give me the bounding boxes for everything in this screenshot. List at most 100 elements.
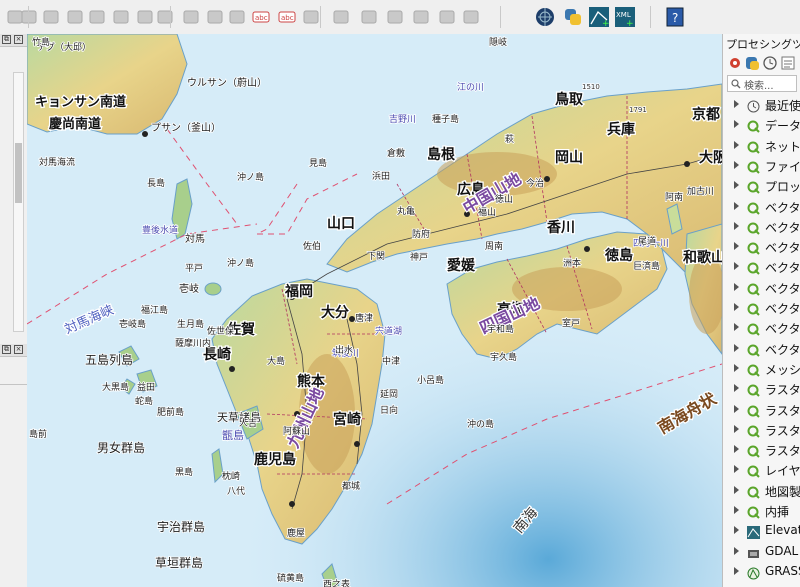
copy-icon[interactable] bbox=[154, 6, 176, 28]
close-dock-icon[interactable]: × bbox=[14, 35, 23, 44]
expand-arrow-icon[interactable] bbox=[734, 404, 739, 413]
help-icon[interactable]: ? bbox=[664, 6, 686, 28]
delete-icon[interactable] bbox=[110, 6, 132, 28]
undo-icon[interactable] bbox=[204, 6, 226, 28]
toolbar-separator bbox=[170, 6, 171, 28]
cut-icon[interactable] bbox=[134, 6, 156, 28]
paste-icon[interactable] bbox=[180, 6, 202, 28]
map-label: 加古川 bbox=[687, 185, 714, 197]
toolbox-tree-item[interactable]: ベクタ生 bbox=[723, 197, 800, 217]
toolbox-tree-item[interactable]: メッシュ bbox=[723, 359, 800, 379]
expand-arrow-icon[interactable] bbox=[734, 303, 739, 311]
expand-arrow-icon[interactable] bbox=[734, 221, 739, 230]
expand-arrow-icon[interactable] bbox=[734, 445, 739, 454]
python-icon[interactable] bbox=[562, 6, 584, 28]
float-dock-icon[interactable]: ⧉ bbox=[2, 345, 11, 354]
save-edits-icon[interactable] bbox=[18, 6, 40, 28]
map-label: 沖の島 bbox=[467, 418, 494, 430]
expand-arrow-icon[interactable] bbox=[734, 465, 739, 474]
expand-arrow-icon[interactable] bbox=[734, 160, 739, 169]
toolbox-tree-item[interactable]: ファイル bbox=[723, 156, 800, 176]
expand-arrow-icon[interactable] bbox=[734, 526, 739, 535]
svg-text:?: ? bbox=[672, 11, 678, 25]
globe-icon[interactable] bbox=[534, 6, 556, 28]
toolbox-tree-item[interactable]: ネットワ bbox=[723, 136, 800, 156]
digitize-icon[interactable] bbox=[40, 6, 62, 28]
xml-icon[interactable]: XML + bbox=[614, 6, 636, 28]
map-label: 京都 bbox=[692, 106, 720, 123]
expand-arrow-icon[interactable] bbox=[734, 242, 739, 251]
expand-arrow-icon[interactable] bbox=[734, 140, 739, 149]
map-label: 島前 bbox=[29, 428, 47, 440]
vertex-tool-icon[interactable] bbox=[64, 6, 86, 28]
toolbox-tree-item[interactable]: ベクター bbox=[723, 278, 800, 298]
toolbox-tree-item[interactable]: Elevat bbox=[723, 521, 800, 541]
map-canvas[interactable]: キョンサン南道 慶尚南道 ウルサン（蔚山） プサン（釜山） テグ（大邱） 対馬海峡 対馬 壱岐… bbox=[27, 34, 722, 587]
map-label: 阿蘇山 bbox=[283, 425, 310, 437]
toolbox-tree-item[interactable]: ベクタ分 bbox=[723, 318, 800, 338]
history-icon bbox=[763, 56, 777, 70]
float-dock-icon[interactable]: ⧉ bbox=[2, 35, 11, 44]
map-label: 慶尚南道 bbox=[49, 116, 101, 132]
expand-arrow-icon[interactable] bbox=[734, 120, 739, 129]
toolbox-tree-item[interactable]: ラスタ作 bbox=[723, 420, 800, 440]
label-show-icon[interactable] bbox=[436, 6, 458, 28]
tree-item-label: ラスタ解 bbox=[765, 403, 800, 418]
scrollbar-thumb[interactable] bbox=[15, 143, 22, 203]
expand-arrow-icon[interactable] bbox=[734, 323, 739, 332]
toolbox-tree-item[interactable]: ベクタ並 bbox=[723, 339, 800, 359]
toolbox-tree-item[interactable]: プロット bbox=[723, 176, 800, 196]
expand-arrow-icon[interactable] bbox=[734, 566, 739, 575]
left-scrollbar[interactable] bbox=[13, 72, 24, 332]
toolbox-search-input[interactable]: 検索... bbox=[727, 75, 797, 92]
toolbox-tree-item[interactable]: レイヤツ bbox=[723, 460, 800, 480]
toolbox-tree-item[interactable]: 地図製 bbox=[723, 481, 800, 501]
toolbox-tree-item[interactable]: GDAL bbox=[723, 542, 800, 562]
map-label: 福岡 bbox=[284, 283, 313, 300]
tree-item-label: 最近使 bbox=[765, 99, 800, 113]
label-pin-icon[interactable]: abc bbox=[276, 6, 298, 28]
qgis-q-icon bbox=[747, 260, 760, 276]
expand-arrow-icon[interactable] bbox=[734, 424, 739, 433]
expand-arrow-icon[interactable] bbox=[734, 262, 739, 271]
map-label: 出水 bbox=[335, 344, 353, 356]
label-highlight-icon[interactable] bbox=[460, 6, 482, 28]
expand-arrow-icon[interactable] bbox=[734, 485, 739, 494]
label-icon[interactable]: abc bbox=[250, 6, 272, 28]
tree-item-label: ベクタ解 bbox=[765, 302, 800, 316]
map-label: 大分 bbox=[321, 304, 349, 321]
toolbox-tree-item[interactable]: ラスタ解 bbox=[723, 400, 800, 420]
toolbox-tree-item[interactable]: 最近使 bbox=[723, 95, 800, 115]
expand-arrow-icon[interactable] bbox=[734, 546, 739, 555]
toolbox-tree-item[interactable]: データベ bbox=[723, 115, 800, 135]
expand-arrow-icon[interactable] bbox=[734, 100, 739, 108]
toolbox-tree-item[interactable]: ベクタ作 bbox=[723, 237, 800, 257]
toolbox-tree-item[interactable]: ベクタテ bbox=[723, 257, 800, 277]
expand-arrow-icon[interactable] bbox=[734, 506, 739, 514]
expand-arrow-icon[interactable] bbox=[734, 343, 739, 352]
label-change-icon[interactable] bbox=[410, 6, 432, 28]
redo-icon[interactable] bbox=[226, 6, 248, 28]
expand-arrow-icon[interactable] bbox=[734, 363, 739, 372]
label-toggle-icon[interactable] bbox=[330, 6, 352, 28]
toolbar-separator bbox=[650, 6, 651, 28]
expand-arrow-icon[interactable] bbox=[734, 201, 739, 210]
map-label: 巨済島 bbox=[633, 260, 660, 272]
tree-item-label: ネットワ bbox=[765, 139, 800, 154]
expand-arrow-icon[interactable] bbox=[734, 181, 739, 190]
toolbox-tree-item[interactable]: ラスタツ bbox=[723, 379, 800, 399]
label-rotate-icon[interactable] bbox=[384, 6, 406, 28]
toolbox-tree-item[interactable]: GRASS bbox=[723, 562, 800, 582]
close-dock-icon[interactable]: × bbox=[14, 345, 23, 354]
diagram-icon[interactable] bbox=[300, 6, 322, 28]
toolbox-tree-item[interactable]: ベクタ解 bbox=[723, 298, 800, 318]
toolbox-tree-item[interactable]: 内挿 bbox=[723, 501, 800, 521]
toolbox-tree-item[interactable]: ベクタ選 bbox=[723, 217, 800, 237]
map-svg[interactable]: キョンサン南道慶尚南道ウルサン（蔚山）プサン（釜山）テグ（大邱）対馬海峡対馬壱岐… bbox=[27, 34, 722, 587]
select-icon[interactable] bbox=[86, 6, 108, 28]
expand-arrow-icon[interactable] bbox=[734, 384, 739, 393]
label-move-icon[interactable] bbox=[358, 6, 380, 28]
expand-arrow-icon[interactable] bbox=[734, 282, 739, 291]
toolbox-tree-item[interactable]: ラスタ地 bbox=[723, 440, 800, 460]
raster-tools-icon[interactable]: + bbox=[588, 6, 610, 28]
